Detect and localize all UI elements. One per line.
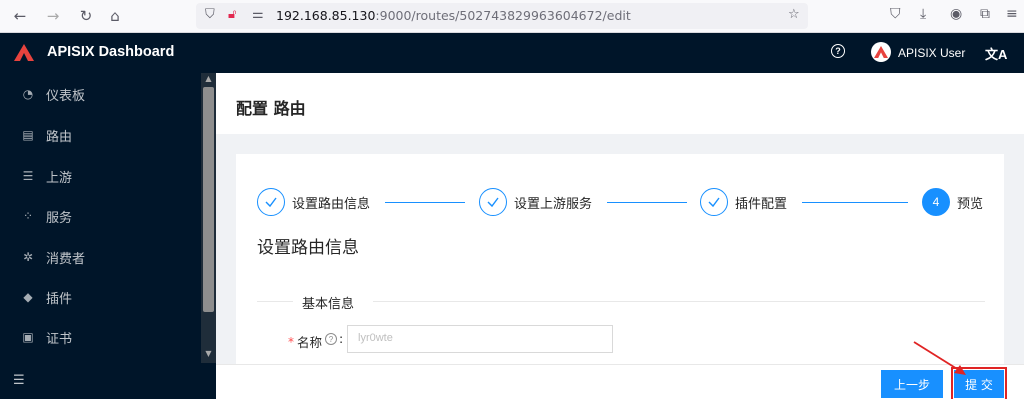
label-colon: : — [339, 331, 344, 346]
step-title: 设置路由信息 — [292, 196, 371, 212]
plugin-icon: ◆ — [23, 290, 33, 304]
sidebar-item-label: 上游 — [46, 170, 73, 186]
address-bar[interactable]: ⛉ 🔓︎ ⚌ 192.168.85.130:9000/routes/502743… — [196, 3, 808, 29]
step-connector — [607, 202, 687, 203]
step-plugins[interactable]: 插件配置 — [700, 187, 787, 217]
step-route-info[interactable]: 设置路由信息 — [257, 187, 370, 217]
sidebar-item-routes[interactable]: ▤ 路由 — [0, 120, 200, 150]
sidebar-item-consumers[interactable]: ✲ 消费者 — [0, 242, 200, 272]
sidebar-item-certificates[interactable]: ▣ 证书 — [0, 322, 200, 352]
download-icon[interactable]: ⤓ — [920, 6, 926, 22]
back-icon[interactable]: ← — [9, 5, 31, 27]
user-name[interactable]: APISIX User — [898, 46, 965, 60]
route-icon: ▤ — [22, 128, 34, 142]
check-icon — [257, 188, 285, 216]
sidebar-item-label: 服务 — [46, 210, 73, 226]
previous-step-button[interactable]: 上一步 — [881, 370, 943, 398]
sidebar-item-label: 消费者 — [46, 251, 86, 267]
scroll-up-icon[interactable]: ▲ — [201, 74, 216, 84]
sidebar-item-label: 证书 — [46, 331, 73, 347]
forward-icon[interactable]: → — [42, 5, 64, 27]
reload-icon[interactable]: ↻ — [75, 5, 97, 27]
submit-button[interactable]: 提 交 — [951, 367, 1007, 399]
apisix-logo-icon[interactable] — [14, 44, 34, 61]
check-icon — [700, 188, 728, 216]
sidebar-item-dashboard[interactable]: ◔ 仪表板 — [0, 79, 200, 109]
section-title: 设置路由信息 — [257, 238, 359, 258]
footer-bar: 上一步 提 交 — [216, 364, 1024, 399]
service-icon: ⁘ — [22, 209, 34, 223]
menu-icon[interactable]: ≡ — [1006, 6, 1018, 22]
dashboard-icon: ◔ — [22, 87, 34, 101]
collapse-menu-icon[interactable]: ☰ — [13, 373, 25, 388]
scrollbar-thumb[interactable] — [203, 87, 214, 312]
help-icon[interactable]: ? — [831, 44, 845, 58]
url-path: :9000/routes/502743829963604672/edit — [375, 8, 631, 23]
sidebar-scrollbar[interactable]: ▲ ▼ — [201, 73, 216, 363]
divider — [257, 301, 293, 302]
avatar-logo-icon — [874, 46, 888, 58]
sidebar-item-upstream[interactable]: ☰ 上游 — [0, 161, 200, 191]
scroll-down-icon[interactable]: ▼ — [201, 349, 216, 359]
pocket-icon[interactable]: ⛉ — [890, 6, 901, 22]
certificate-icon: ▣ — [22, 330, 34, 344]
sidebar-item-services[interactable]: ⁘ 服务 — [0, 201, 200, 231]
browser-toolbar: ← → ↻ ⌂ ⛉ 🔓︎ ⚌ 192.168.85.130:9000/route… — [0, 0, 1024, 33]
language-icon[interactable]: 文A — [985, 44, 1007, 63]
app-title[interactable]: APISIX Dashboard — [47, 44, 174, 60]
url-text: 192.168.85.130:9000/routes/5027438299636… — [276, 8, 631, 23]
name-field[interactable]: lyr0wte — [347, 325, 613, 353]
page-header: 配置 路由 — [216, 73, 1024, 134]
shield-icon[interactable]: ⛉ — [205, 7, 215, 22]
consumer-icon: ✲ — [22, 250, 34, 264]
url-host: 192.168.85.130 — [276, 8, 376, 23]
user-avatar[interactable] — [871, 42, 891, 62]
page-title: 配置 路由 — [236, 99, 306, 118]
step-connector — [385, 202, 465, 203]
step-connector — [802, 202, 908, 203]
step-preview[interactable]: 4 预览 — [922, 187, 983, 217]
step-title: 设置上游服务 — [514, 196, 593, 212]
extensions-icon[interactable]: ⧉ — [980, 6, 990, 22]
sidebar-item-label: 路由 — [46, 129, 73, 145]
name-label: 名称 — [297, 335, 323, 350]
step-upstream[interactable]: 设置上游服务 — [479, 187, 592, 217]
divider — [373, 301, 985, 302]
group-title: 基本信息 — [302, 297, 355, 312]
insecure-lock-icon[interactable]: 🔓︎ — [228, 7, 236, 22]
step-title: 插件配置 — [735, 196, 788, 212]
sidebar: ◔ 仪表板 ▤ 路由 ☰ 上游 ⁘ 服务 ✲ 消费者 ◆ 插件 ▣ 证书 ▲ ▼… — [0, 73, 216, 399]
sidebar-item-label: 插件 — [46, 291, 73, 307]
bookmark-star-icon[interactable]: ☆ — [788, 7, 800, 22]
question-circle-icon[interactable]: ? — [325, 333, 337, 345]
home-icon[interactable]: ⌂ — [104, 5, 126, 27]
permissions-icon[interactable]: ⚌ — [252, 7, 264, 22]
account-icon[interactable]: ◉ — [950, 6, 962, 22]
upstream-icon: ☰ — [22, 169, 34, 183]
step-number: 4 — [922, 188, 950, 216]
content-card: 设置路由信息 设置上游服务 插件配置 4 预览 设置路由信息 基本信息 * 名称… — [236, 154, 1004, 364]
sidebar-item-label: 仪表板 — [46, 88, 86, 104]
app-header: APISIX Dashboard ? APISIX User 文A — [0, 33, 1024, 73]
check-icon — [479, 188, 507, 216]
sidebar-item-plugins[interactable]: ◆ 插件 — [0, 282, 200, 312]
required-mark: * — [288, 335, 294, 349]
step-title: 预览 — [957, 196, 984, 212]
